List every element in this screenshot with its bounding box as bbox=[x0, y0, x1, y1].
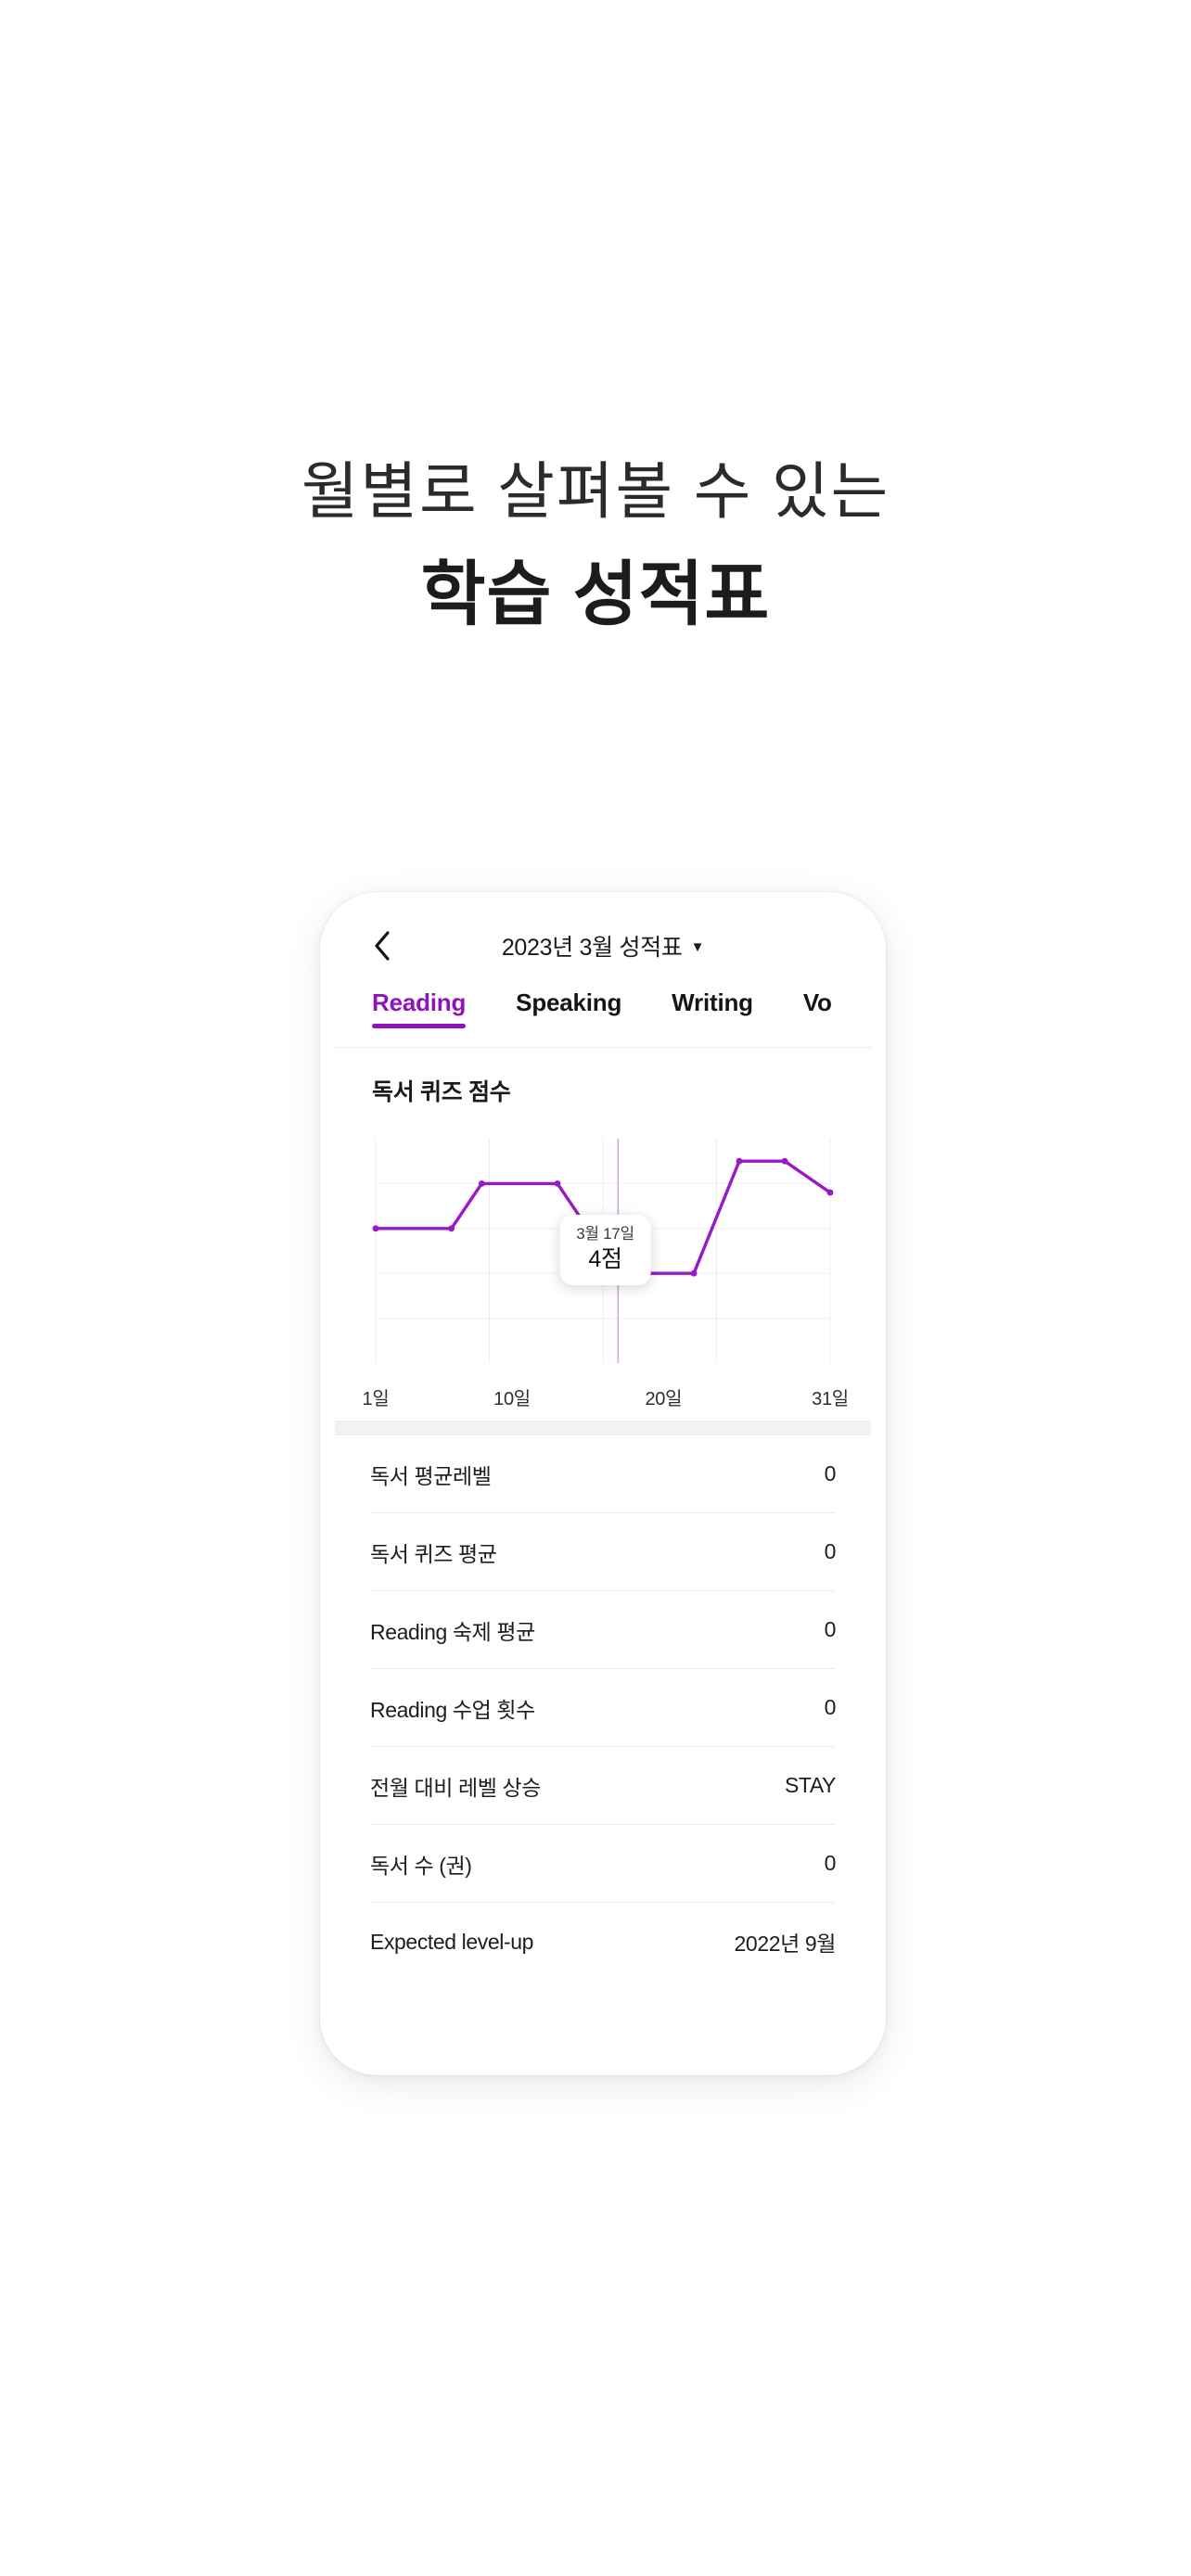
phone-screen: 2023년 3월 성적표 ▼ Reading Speaking Writing … bbox=[335, 907, 871, 2031]
data-point-highlighted bbox=[611, 1267, 625, 1280]
headline-line-2: 학습 성적표 bbox=[420, 555, 771, 634]
tab-writing[interactable]: Writing bbox=[672, 985, 753, 1030]
tab-speaking-label: Speaking bbox=[516, 988, 622, 1016]
stat-row-label: Expected level-up bbox=[370, 1929, 534, 1954]
data-point bbox=[690, 1269, 698, 1277]
tab-reading[interactable]: Reading bbox=[372, 985, 466, 1030]
chart-plot-area bbox=[372, 1139, 834, 1363]
stat-row-value: 0 bbox=[824, 1695, 837, 1719]
stat-row[interactable]: 독서 평균레벨 0 bbox=[370, 1435, 836, 1513]
section-divider bbox=[335, 1421, 871, 1435]
headline-block: 월별로 살펴볼 수 있는 학습 성적표 bbox=[0, 454, 1191, 638]
phone-frame: 2023년 3월 성적표 ▼ Reading Speaking Writing … bbox=[320, 892, 886, 2075]
stat-row-value: 0 bbox=[824, 1539, 837, 1563]
stat-row-value: 0 bbox=[824, 1851, 837, 1875]
stat-row[interactable]: Reading 수업 횟수 0 bbox=[370, 1669, 836, 1747]
stat-row-label: Reading 숙제 평균 bbox=[370, 1619, 535, 1644]
stats-list: 독서 평균레벨 0 독서 퀴즈 평균 0 Reading 숙제 평균 0 Reading 수… bbox=[335, 1435, 871, 2031]
chart-title: 독서 퀴즈 점수 bbox=[372, 1079, 511, 1105]
stat-row-label: Reading 수업 횟수 bbox=[370, 1697, 535, 1722]
x-tick-label: 31일 bbox=[812, 1389, 849, 1409]
tab-vocabulary[interactable]: Vo bbox=[803, 985, 832, 1030]
data-point bbox=[554, 1180, 561, 1187]
back-chevron-icon[interactable] bbox=[366, 930, 398, 962]
tab-reading-label: Reading bbox=[372, 988, 467, 1016]
month-selector[interactable]: 2023년 3월 성적표 ▼ bbox=[501, 929, 705, 963]
tab-vocabulary-label: Vo bbox=[802, 988, 832, 1016]
data-point bbox=[826, 1189, 834, 1196]
data-point bbox=[736, 1157, 743, 1165]
stat-row-label: 전월 대비 레벨 상승 bbox=[370, 1775, 542, 1800]
tab-speaking[interactable]: Speaking bbox=[516, 985, 621, 1030]
month-selector-label: 2023년 3월 성적표 bbox=[501, 935, 683, 961]
x-tick-label: 20일 bbox=[645, 1389, 683, 1409]
x-tick-label: 10일 bbox=[493, 1389, 531, 1409]
chart-card: 독서 퀴즈 점수 3월 17일 4점 1일 10일 20일 31일 bbox=[335, 1048, 871, 1421]
stat-row-value: STAY bbox=[784, 1773, 836, 1797]
tabs-divider bbox=[335, 1047, 871, 1048]
data-point bbox=[645, 1269, 652, 1277]
data-point bbox=[781, 1157, 788, 1165]
stat-row-label: 독서 평균레벨 bbox=[370, 1463, 492, 1488]
tab-writing-label: Writing bbox=[672, 988, 753, 1016]
stat-row[interactable]: 전월 대비 레벨 상승 STAY bbox=[370, 1747, 836, 1825]
data-point bbox=[448, 1225, 455, 1232]
data-point bbox=[372, 1225, 379, 1232]
stat-row[interactable]: Reading 숙제 평균 0 bbox=[370, 1591, 836, 1669]
quiz-score-line-chart[interactable]: 3월 17일 4점 bbox=[370, 1128, 836, 1376]
stat-row[interactable]: Expected level-up 2022년 9월 bbox=[370, 1903, 836, 1981]
stat-row[interactable]: 독서 퀴즈 평균 0 bbox=[370, 1513, 836, 1591]
stat-row-label: 독서 수 (권) bbox=[370, 1853, 472, 1878]
stat-row-label: 독서 퀴즈 평균 bbox=[370, 1541, 497, 1566]
stat-row-value: 2022년 9월 bbox=[734, 1932, 837, 1956]
stat-row[interactable]: 독서 수 (권) 0 bbox=[370, 1825, 836, 1903]
app-navbar: 2023년 3월 성적표 ▼ bbox=[335, 907, 871, 985]
chevron-down-icon: ▼ bbox=[690, 938, 705, 955]
chart-x-axis: 1일 10일 20일 31일 bbox=[363, 1376, 850, 1421]
subject-tabs: Reading Speaking Writing Vo bbox=[335, 985, 871, 1048]
x-tick-label: 1일 bbox=[362, 1389, 390, 1409]
stat-row-value: 0 bbox=[824, 1617, 837, 1641]
stat-row-value: 0 bbox=[824, 1461, 837, 1486]
headline-line-1: 월별로 살펴볼 수 있는 bbox=[301, 457, 890, 527]
data-point bbox=[478, 1180, 485, 1187]
